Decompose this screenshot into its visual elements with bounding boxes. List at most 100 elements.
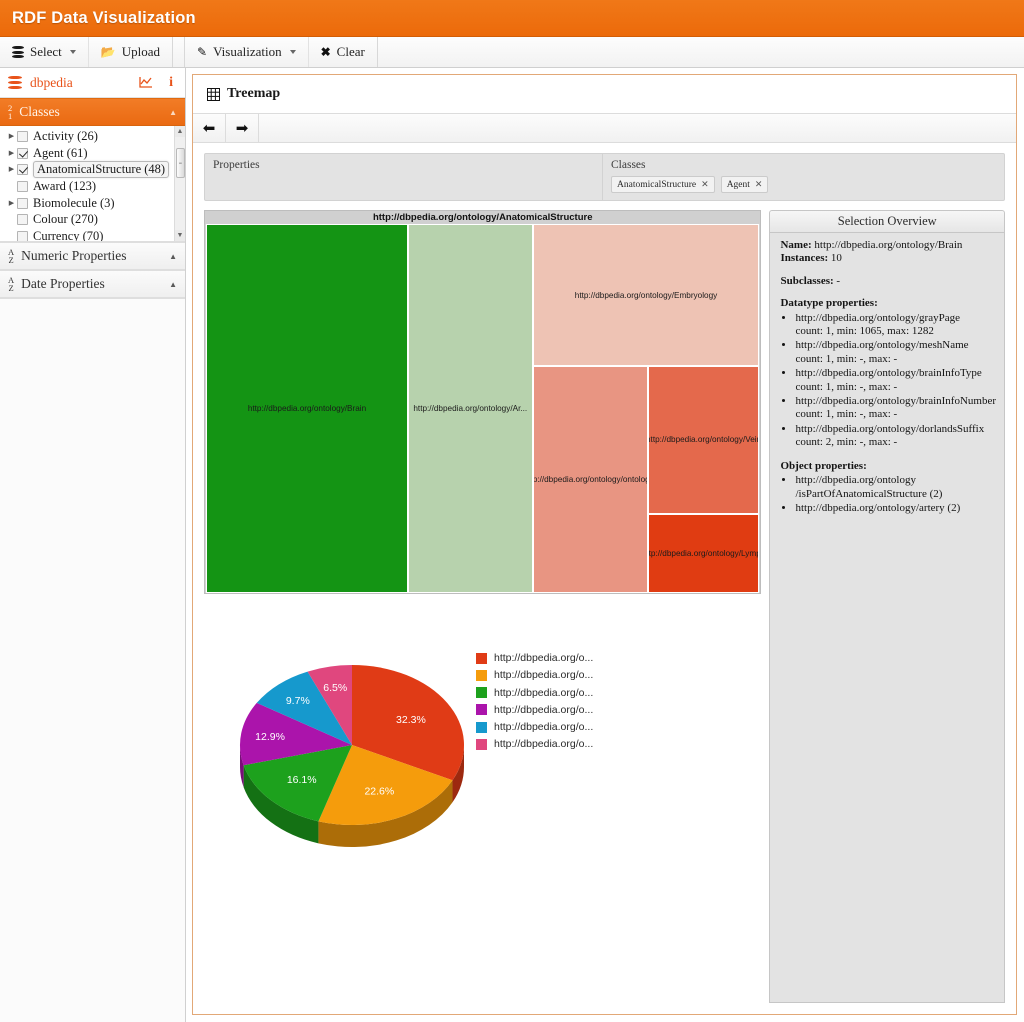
datatype-property-item: http://dbpedia.org/ontology/grayPagecoun…: [795, 312, 996, 339]
class-tree-item[interactable]: ▶ AnatomicalStructure (48): [2, 161, 174, 179]
chevron-up-icon: ▲: [169, 279, 177, 289]
treemap-cell-label: http://dbpedia.org/ontology/Embryology: [574, 290, 718, 300]
chevron-up-icon: ▲: [169, 251, 177, 261]
class-checkbox[interactable]: [17, 214, 28, 226]
object-property-uri-cont: /isPartOfAnatomicalStructure (2): [795, 487, 943, 500]
pie-chart-legend: http://dbpedia.org/o... http://dbpedia.or…: [476, 652, 593, 750]
class-checkbox[interactable]: [17, 130, 28, 142]
close-icon[interactable]: ✕: [755, 179, 763, 190]
content-area: Treemap ⬅ ➡ Properties Classes Anatomica…: [186, 68, 1024, 1022]
class-chip-label: AnatomicalStructure: [617, 179, 697, 190]
datatype-properties-list: http://dbpedia.org/ontology/grayPagecoun…: [780, 312, 996, 450]
clear-button[interactable]: ✖ Clear: [309, 37, 377, 67]
close-icon[interactable]: ✕: [701, 179, 709, 190]
class-tree-item[interactable]: ▶ Activity (26): [2, 128, 174, 145]
selection-overview-title: Selection Overview: [769, 210, 1005, 232]
sidebar-section-date-properties[interactable]: AZ Date Properties ▲: [0, 270, 185, 298]
expand-arrow-icon[interactable]: ▶: [6, 166, 17, 173]
chart-icon[interactable]: [135, 76, 157, 89]
expand-arrow-icon[interactable]: ▶: [6, 132, 17, 140]
class-tree-item[interactable]: Award (123): [2, 178, 174, 195]
scrollbar-thumb[interactable]: ≡: [176, 148, 185, 178]
class-chip[interactable]: Agent ✕: [720, 176, 769, 193]
class-tree-item[interactable]: ▶ Agent (61): [2, 145, 174, 162]
class-tree-item[interactable]: Colour (270): [2, 211, 174, 228]
class-list: ▶ Activity (26) ▶ Agent (61) ▶ AnatomicalStru…: [0, 126, 174, 241]
expand-arrow-icon[interactable]: ▶: [6, 199, 17, 207]
legend-item[interactable]: http://dbpedia.org/o...: [476, 652, 593, 664]
pie-slice-label: 16.1%: [287, 774, 317, 786]
treemap-cell[interactable]: http://dbpedia.org/ontology/ontolog...: [532, 366, 648, 593]
app-title-bar: RDF Data Visualization: [0, 0, 1024, 37]
treemap-cell[interactable]: http://dbpedia.org/ontology/Lymph: [647, 513, 760, 593]
sidebar-section-classes[interactable]: 21 Classes ▲: [0, 98, 185, 126]
scroll-up-arrow-icon[interactable]: ▲: [175, 126, 185, 137]
datatype-property-stats: count: 1, min: 1065, max: 1282: [795, 325, 934, 338]
visualization-button-label: Visualization: [213, 44, 282, 59]
legend-label: http://dbpedia.org/o...: [494, 738, 594, 751]
treemap-cell[interactable]: http://dbpedia.org/ontology/Vein: [647, 366, 760, 514]
legend-item[interactable]: http://dbpedia.org/o...: [476, 738, 593, 750]
legend-item[interactable]: http://dbpedia.org/o...: [476, 687, 593, 699]
sidebar-section-numeric-properties[interactable]: AZ Numeric Properties ▲: [0, 242, 185, 270]
legend-item[interactable]: http://dbpedia.org/o...: [476, 721, 593, 733]
sort-icon: AZ: [8, 247, 15, 265]
back-arrow-icon[interactable]: ⬅: [193, 114, 226, 142]
toolbar-group-view: ✎ Visualization ✖ Clear: [185, 37, 378, 67]
treemap-cell[interactable]: http://dbpedia.org/ontology/Ar...: [408, 224, 533, 593]
class-checkbox[interactable]: [17, 164, 28, 176]
close-x-icon: ✖: [320, 45, 331, 59]
app-title: RDF Data Visualization: [12, 8, 196, 27]
datatype-property-uri: http://dbpedia.org/ontology/brainInfoNum…: [795, 395, 996, 408]
selection-instances-label: Instances:: [780, 252, 829, 265]
chevron-down-icon: [69, 50, 76, 54]
class-label: Colour (270): [33, 212, 98, 227]
pie-chart[interactable]: 32.3% 22.6% 16.1% 12.9% 9.7% 6.5% http://dbpe…: [224, 649, 744, 879]
legend-item[interactable]: http://dbpedia.org/o...: [476, 704, 593, 716]
treemap-cell[interactable]: http://dbpedia.org/ontology/Embryology: [532, 224, 760, 367]
visualization-panel: Treemap ⬅ ➡ Properties Classes Anatomica…: [192, 74, 1017, 1015]
treemap-cell-label: http://dbpedia.org/ontology/ontolog...: [532, 475, 647, 485]
class-label: Currency (70): [33, 228, 104, 242]
class-checkbox[interactable]: [17, 180, 28, 192]
legend-swatch: [476, 704, 487, 716]
class-chip[interactable]: AnatomicalStructure ✕: [611, 176, 715, 193]
upload-button[interactable]: 📂 Upload: [89, 37, 172, 67]
legend-label: http://dbpedia.org/o...: [494, 686, 594, 699]
datatype-property-stats: count: 1, min: -, max: -: [795, 408, 898, 421]
datatype-property-stats: count: 1, min: -, max: -: [795, 380, 898, 393]
sidebar-filler: [0, 298, 185, 1022]
expand-arrow-icon[interactable]: ▶: [6, 149, 17, 157]
class-tree-item[interactable]: Currency (70): [2, 228, 174, 242]
selection-instances-row: Instances: 10: [780, 252, 996, 265]
class-checkbox[interactable]: [17, 230, 28, 241]
object-properties-list: http://dbpedia.org/ontology/isPartOfAnat…: [780, 474, 996, 515]
pie-chart-zone: 32.3% 22.6% 16.1% 12.9% 9.7% 6.5% http://dbpe…: [204, 594, 761, 1003]
select-button[interactable]: Select: [0, 37, 89, 67]
visualization-button[interactable]: ✎ Visualization: [185, 37, 309, 67]
treemap-chart[interactable]: http://dbpedia.org/ontology/AnatomicalSt…: [204, 210, 762, 594]
legend-item[interactable]: http://dbpedia.org/o...: [476, 669, 593, 681]
legend-swatch: [476, 669, 487, 681]
object-property-item: http://dbpedia.org/ontology/isPartOfAnat…: [795, 474, 996, 501]
datatype-property-uri: http://dbpedia.org/ontology/dorlandsSuff…: [795, 422, 985, 435]
class-checkbox[interactable]: [17, 147, 28, 159]
scroll-down-arrow-icon[interactable]: ▼: [175, 230, 185, 241]
treemap-cell-label: http://dbpedia.org/ontology/Ar...: [413, 404, 528, 413]
class-checkbox[interactable]: [17, 197, 28, 209]
sort-icon: AZ: [8, 275, 15, 293]
navigation-bar: ⬅ ➡: [193, 114, 1016, 143]
main-area: dbpedia i 21 Classes ▲ ▶ Activity (26) ▶ Ag…: [0, 68, 1024, 1022]
treemap-cell-label: http://dbpedia.org/ontology/Vein: [647, 435, 760, 445]
chevron-down-icon: [289, 50, 296, 54]
info-icon[interactable]: i: [165, 75, 177, 91]
sidebar-section-numeric-properties-label: Numeric Properties: [21, 248, 127, 263]
forward-arrow-icon[interactable]: ➡: [226, 114, 259, 142]
treemap-title: http://dbpedia.org/ontology/AnatomicalSt…: [205, 211, 761, 224]
object-property-item: http://dbpedia.org/ontology/artery (2): [795, 502, 996, 515]
class-tree-item[interactable]: ▶ Biomolecule (3): [2, 195, 174, 212]
class-list-scrollbar[interactable]: ▲ ≡ ▼: [174, 126, 185, 241]
treemap-cell[interactable]: http://dbpedia.org/ontology/Brain: [206, 224, 409, 593]
toolbar-spacer: [173, 37, 185, 67]
